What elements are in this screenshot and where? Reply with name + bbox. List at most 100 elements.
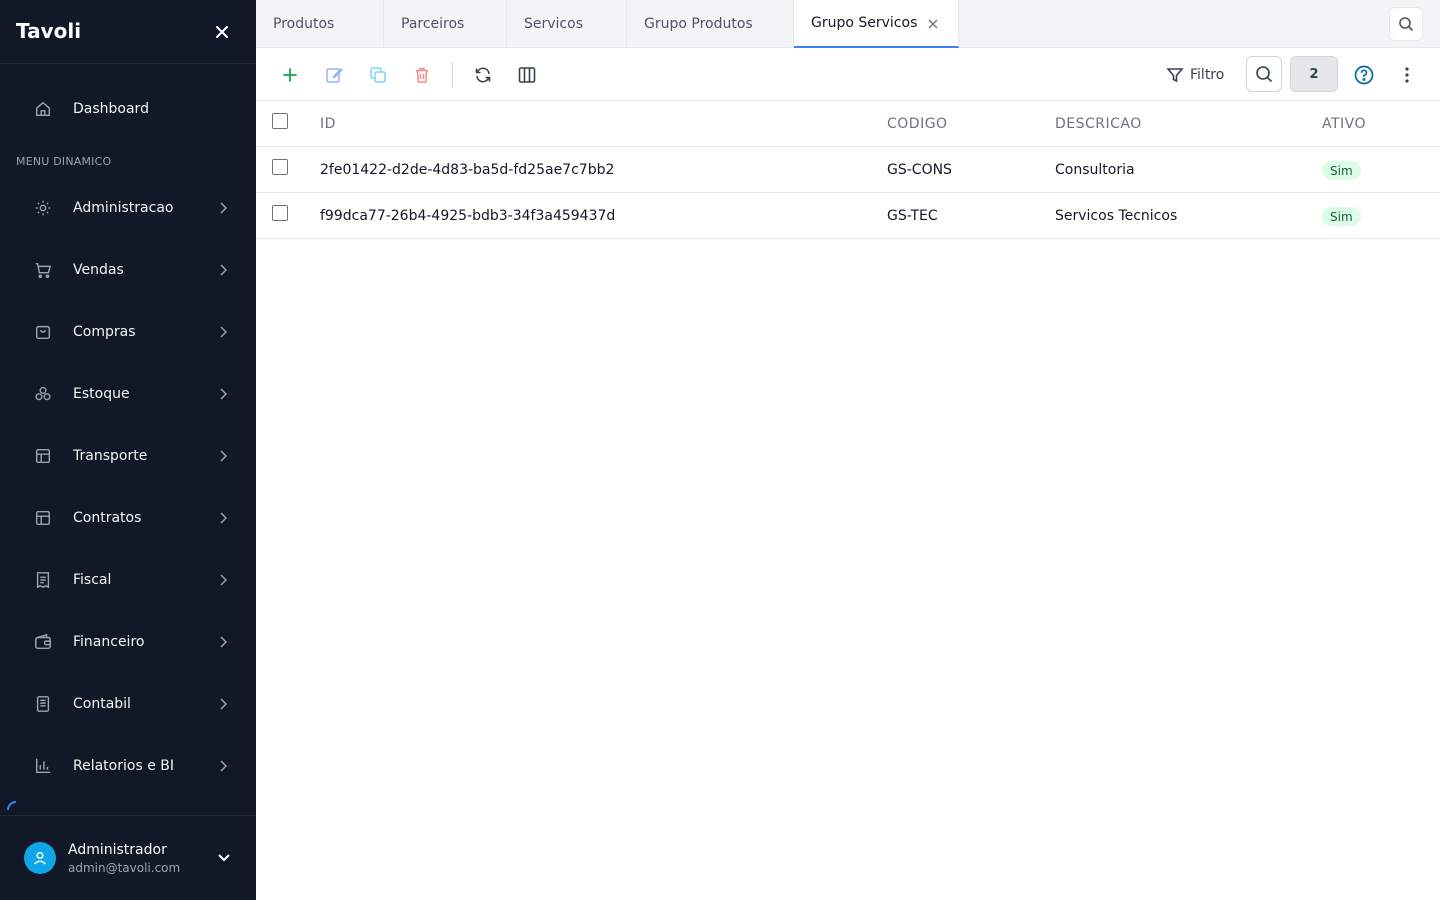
duplicate-button[interactable] [365,62,391,88]
help-icon [1354,65,1374,85]
copy-icon [370,67,386,83]
close-tab-button[interactable] [926,17,940,31]
sidebar-item-label: Compras [73,324,136,340]
tab-grupo-servicos[interactable]: Grupo Servicos [794,0,959,48]
chevron-right-icon [216,201,230,215]
tab-label: Grupo Produtos [644,16,753,32]
sidebar: Tavoli Dashboard MENU DINAMICO Administr… [0,0,256,900]
tab-grupo-produtos[interactable]: Grupo Produtos [627,0,794,48]
close-icon [928,19,938,29]
sidebar-item-relatorios[interactable]: Relatorios e BI [0,742,256,790]
menu-section-label: MENU DINAMICO [16,155,112,168]
tab-parceiros[interactable]: Parceiros [384,0,507,48]
sidebar-item-label: Relatorios e BI [73,758,174,774]
delete-button[interactable] [409,62,435,88]
chevron-right-icon [216,573,230,587]
sidebar-item-label: Contratos [73,510,142,526]
tab-label: Servicos [524,16,583,32]
filter-button[interactable]: Filtro [1166,61,1224,89]
tab-label: Produtos [273,16,335,32]
table-header: ID CODIGO DESCRICAO ATIVO [256,101,1440,147]
sidebar-item-compras[interactable]: Compras [0,308,256,356]
refresh-icon [475,67,491,83]
table-row[interactable]: 2fe01422-d2de-4d83-ba5d-fd25ae7c7bb2 GS-… [256,147,1440,193]
more-options-button[interactable] [1397,64,1417,86]
row-checkbox[interactable] [272,205,288,221]
filter-label: Filtro [1190,67,1225,83]
tab-label: Parceiros [401,16,465,32]
receipt-icon [33,570,53,590]
toolbar-separator [452,62,453,88]
table-row[interactable]: f99dca77-26b4-4925-bdb3-34f3a459437d GS-… [256,193,1440,239]
search-button[interactable] [1246,56,1282,92]
layout-icon [33,508,53,528]
sidebar-item-label: Financeiro [73,634,145,650]
close-icon [216,26,228,38]
toolbar: Filtro 2 [256,48,1440,101]
column-header-id[interactable]: ID [320,116,336,132]
sidebar-item-financeiro[interactable]: Financeiro [0,618,256,666]
add-button[interactable] [277,62,303,88]
bag-icon [33,322,53,342]
tab-produtos[interactable]: Produtos [256,0,384,48]
sidebar-item-label: Estoque [73,386,130,402]
refresh-button[interactable] [470,62,496,88]
status-badge: Sim [1322,161,1361,180]
chevron-right-icon [216,697,230,711]
gear-icon [33,198,53,218]
search-icon [1399,17,1414,32]
select-all-checkbox[interactable] [272,113,288,129]
sidebar-item-label: Transporte [73,448,148,464]
edit-button[interactable] [321,62,347,88]
edit-icon [326,67,343,83]
sidebar-item-label: Administracao [73,200,174,216]
sidebar-item-administracao[interactable]: Administracao [0,184,256,232]
cart-icon [33,260,53,280]
sidebar-item-fiscal[interactable]: Fiscal [0,556,256,604]
chevron-right-icon [216,263,230,277]
status-badge: Sim [1322,207,1361,226]
close-sidebar-button[interactable] [210,20,234,44]
help-button[interactable] [1353,64,1375,86]
home-icon [33,99,53,119]
cell-id: f99dca77-26b4-4925-bdb3-34f3a459437d [320,208,616,224]
record-count: 2 [1290,56,1338,92]
tab-label: Grupo Servicos [811,15,918,31]
boxes-icon [33,384,53,404]
sidebar-item-transporte[interactable]: Transporte [0,432,256,480]
avatar [24,842,56,874]
sidebar-item-contabil[interactable]: Contabil [0,680,256,728]
tab-servicos[interactable]: Servicos [507,0,627,48]
columns-icon [518,67,536,83]
chevron-right-icon [216,387,230,401]
book-icon [33,694,53,714]
row-checkbox[interactable] [272,159,288,175]
sidebar-item-estoque[interactable]: Estoque [0,370,256,418]
user-email: admin@tavoli.com [68,861,181,875]
sidebar-item-dashboard[interactable]: Dashboard [0,85,256,133]
chevron-down-icon [216,850,232,866]
sidebar-item-contratos[interactable]: Contratos [0,494,256,542]
chevron-right-icon [216,449,230,463]
column-header-ativo[interactable]: ATIVO [1322,116,1366,132]
cell-descricao: Consultoria [1055,162,1135,178]
sidebar-item-vendas[interactable]: Vendas [0,246,256,294]
sidebar-item-label: Fiscal [73,572,112,588]
tabs-bar: Produtos Parceiros Servicos Grupo Produt… [256,0,1440,48]
chevron-right-icon [216,325,230,339]
column-header-descricao[interactable]: DESCRICAO [1055,116,1142,132]
sidebar-item-label: Dashboard [73,101,149,117]
user-icon [33,851,47,865]
columns-button[interactable] [514,62,540,88]
user-menu[interactable]: Administrador admin@tavoli.com [0,816,256,900]
chevron-right-icon [216,635,230,649]
chevron-right-icon [216,511,230,525]
cell-id: 2fe01422-d2de-4d83-ba5d-fd25ae7c7bb2 [320,162,615,178]
plus-icon [283,68,297,82]
sidebar-item-label: Contabil [73,696,131,712]
filter-icon [1166,68,1184,83]
column-header-codigo[interactable]: CODIGO [887,116,948,132]
cell-codigo: GS-CONS [887,162,952,178]
wallet-icon [33,632,53,652]
global-search-button[interactable] [1389,7,1423,41]
